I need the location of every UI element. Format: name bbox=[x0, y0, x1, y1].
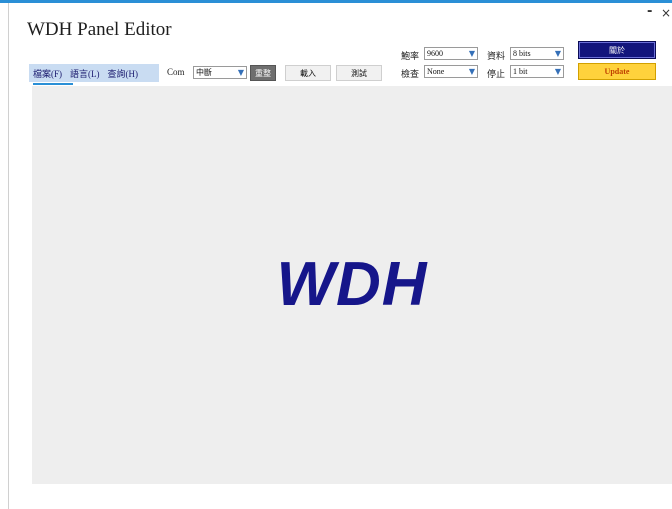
panel-canvas[interactable]: WDH bbox=[32, 86, 672, 484]
load-button[interactable]: 載入 bbox=[285, 65, 331, 81]
chevron-down-icon: ▼ bbox=[554, 49, 562, 58]
menu-language[interactable]: 語言(L) bbox=[66, 67, 104, 80]
update-button[interactable]: Update bbox=[578, 63, 656, 80]
chevron-down-icon: ▼ bbox=[237, 68, 245, 77]
chevron-down-icon: ▼ bbox=[468, 67, 476, 76]
stop-bits-select[interactable]: 1 bit ▼ bbox=[510, 65, 564, 78]
wdh-logo: WDH bbox=[276, 250, 428, 319]
data-bits-value: 8 bits bbox=[513, 49, 531, 58]
menu-active-indicator bbox=[33, 83, 73, 85]
data-bits-label: 資料 bbox=[487, 51, 506, 61]
baud-label: 鮑率 bbox=[401, 51, 420, 61]
minimize-button[interactable]: - bbox=[647, 4, 652, 19]
com-port-select[interactable]: 中斷 ▼ bbox=[193, 66, 247, 79]
menu-file[interactable]: 檔案(F) bbox=[29, 67, 66, 80]
test-button[interactable]: 測試 bbox=[336, 65, 382, 81]
com-port-value: 中斷 bbox=[196, 68, 212, 77]
app-title: WDH Panel Editor bbox=[27, 19, 172, 40]
data-bits-select[interactable]: 8 bits ▼ bbox=[510, 47, 564, 60]
parity-label: 檢查 bbox=[401, 69, 420, 79]
about-button[interactable]: 關於 bbox=[578, 41, 656, 59]
reset-button[interactable]: 重整 bbox=[250, 65, 276, 81]
menu-query[interactable]: 查詢(H) bbox=[104, 67, 143, 80]
menu-bar: 檔案(F) 語言(L) 查詢(H) bbox=[29, 64, 159, 82]
chevron-down-icon: ▼ bbox=[468, 49, 476, 58]
baud-rate-select[interactable]: 9600 ▼ bbox=[424, 47, 478, 60]
window-top-accent bbox=[0, 0, 672, 3]
parity-value: None bbox=[427, 67, 445, 76]
close-window-button[interactable]: × bbox=[661, 6, 671, 20]
chevron-down-icon: ▼ bbox=[554, 67, 562, 76]
com-label: Com bbox=[167, 67, 185, 77]
baud-rate-value: 9600 bbox=[427, 49, 443, 58]
parity-select[interactable]: None ▼ bbox=[424, 65, 478, 78]
stop-bits-value: 1 bit bbox=[513, 67, 528, 76]
window-left-border bbox=[8, 3, 9, 509]
stop-bits-label: 停止 bbox=[487, 69, 506, 79]
